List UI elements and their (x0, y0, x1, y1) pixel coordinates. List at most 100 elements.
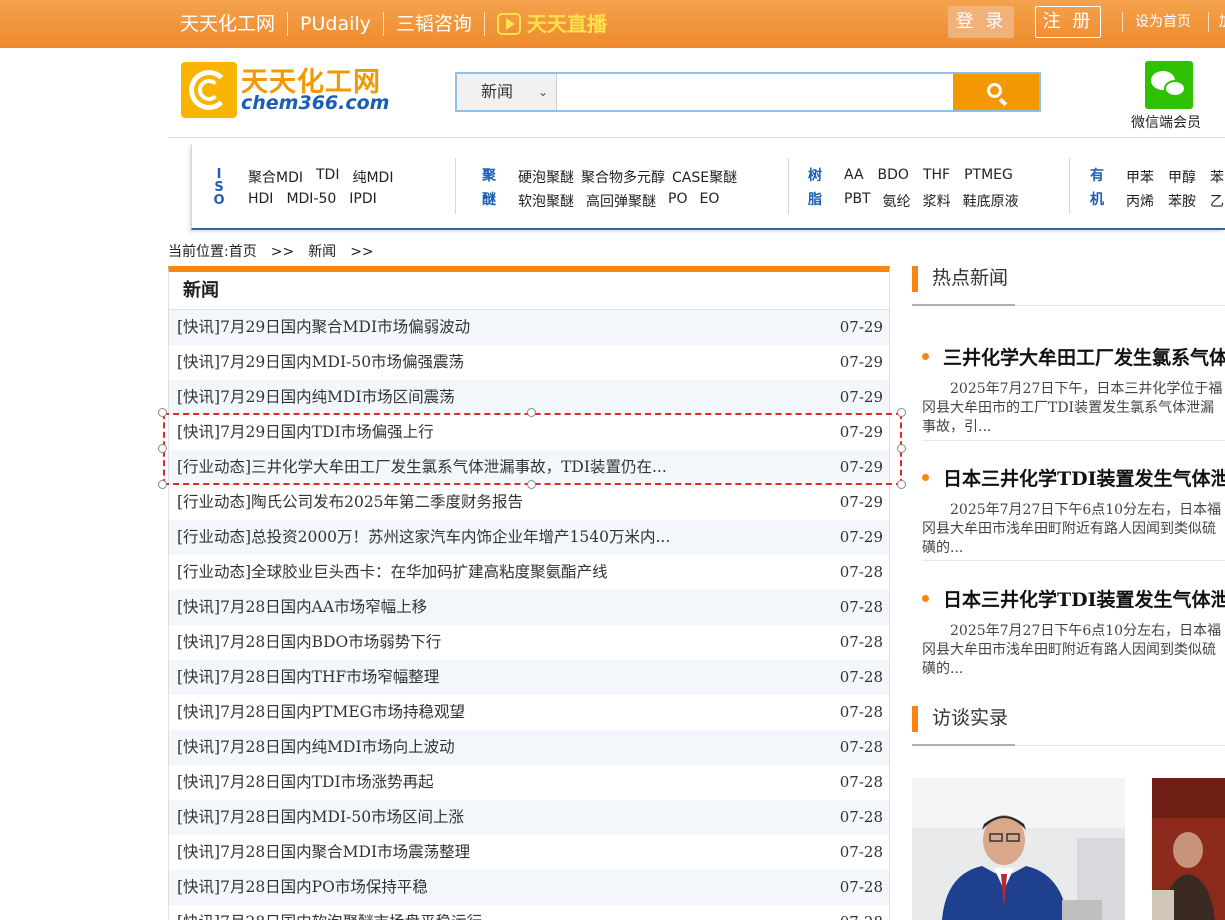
search-category-select[interactable]: 新闻 ⌄ (457, 74, 557, 110)
news-item-title[interactable]: [快讯]7月28日国内纯MDI市场向上波动 (177, 730, 455, 765)
category-link[interactable]: PTMEG (964, 167, 1013, 183)
news-item-title[interactable]: [快讯]7月28日国内聚合MDI市场震荡整理 (177, 835, 470, 870)
resize-handle[interactable] (158, 444, 167, 453)
news-list-item[interactable]: [行业动态]陶氏公司发布2025年第二季度财务报告 07-29 (169, 485, 889, 520)
news-list-item[interactable]: [快讯]7月29日国内MDI-50市场偏强震荡 07-29 (169, 345, 889, 380)
news-item-title[interactable]: [快讯]7月28日国内THF市场窄幅整理 (177, 660, 439, 695)
category-link[interactable]: 苯胺 (1168, 191, 1196, 211)
category-name-resin[interactable]: 树脂 (808, 164, 824, 212)
news-item-title[interactable]: [快讯]7月28日国内MDI-50市场区间上涨 (177, 800, 464, 835)
category-link[interactable]: THF (923, 167, 950, 183)
news-list-item[interactable]: [快讯]7月28日国内MDI-50市场区间上涨 07-28 (169, 800, 889, 835)
category-row: 丙烯 苯胺 乙 (1126, 191, 1224, 211)
category-link[interactable]: 纯MDI (352, 167, 393, 187)
category-link[interactable]: HDI (248, 191, 273, 207)
topnav-link-live[interactable]: 天天直播 (485, 12, 619, 36)
breadcrumb-home-link[interactable]: 首页 (229, 244, 257, 260)
news-item-title[interactable]: [快讯]7月28日国内PTMEG市场持稳观望 (177, 695, 465, 730)
category-link[interactable]: 氨纶 (883, 191, 911, 211)
news-list-item[interactable]: [快讯]7月28日国内TDI市场涨势再起 07-28 (169, 765, 889, 800)
topbar-truncated-link[interactable]: 加 (1208, 12, 1225, 32)
news-list-item[interactable]: [快讯]7月28日国内THF市场窄幅整理 07-28 (169, 660, 889, 695)
wechat-member-label[interactable]: 微信端会员 (1131, 112, 1201, 132)
news-list-item[interactable]: [行业动态]总投资2000万！苏州这家汽车内饰企业年增产1540万米内... 07… (169, 520, 889, 555)
resize-handle[interactable] (527, 480, 536, 489)
news-item-date: 07-28 (839, 878, 883, 896)
search-button[interactable] (953, 74, 1039, 110)
news-item-title[interactable]: [快讯]7月28日国内BDO市场弱势下行 (177, 625, 441, 660)
news-item-title[interactable]: [快讯]7月28日国内TDI市场涨势再起 (177, 765, 434, 800)
resize-handle[interactable] (527, 408, 536, 417)
login-button[interactable]: 登 录 (948, 6, 1014, 38)
resize-handle[interactable] (897, 480, 906, 489)
category-link[interactable]: 高回弹聚醚 (586, 191, 656, 211)
news-item-title[interactable]: [行业动态]陶氏公司发布2025年第二季度财务报告 (177, 485, 523, 520)
resize-handle[interactable] (897, 444, 906, 453)
hot-news-title: 热点新闻 (932, 267, 1009, 289)
news-item-title[interactable]: [快讯]7月29日国内MDI-50市场偏强震荡 (177, 345, 464, 380)
breadcrumb-current-link[interactable]: 新闻 (308, 244, 336, 260)
hot-news-item-title[interactable]: 日本三井化学TDI装置发生气体泄漏事故 (922, 464, 1225, 491)
news-item-title[interactable]: [快讯]7月28日国内PO市场保持平稳 (177, 870, 428, 905)
wechat-icon[interactable] (1145, 61, 1193, 109)
category-link[interactable]: 硬泡聚醚 (518, 167, 574, 187)
category-link[interactable]: 苯 (1210, 167, 1224, 187)
search-input[interactable] (558, 74, 953, 110)
news-list-item[interactable]: [快讯]7月28日国内聚合MDI市场震荡整理 07-28 (169, 835, 889, 870)
resize-handle[interactable] (897, 408, 906, 417)
hot-news-item-title[interactable]: 三井化学大牟田工厂发生氯系气体泄漏事故 (922, 343, 1225, 370)
news-item-title[interactable]: [快讯]7月28日国内AA市场窄幅上移 (177, 590, 427, 625)
news-list-item[interactable]: [快讯]7月29日国内聚合MDI市场偏弱波动 07-29 (169, 310, 889, 345)
register-button[interactable]: 注 册 (1035, 6, 1101, 38)
selection-box[interactable] (163, 413, 902, 485)
topnav-link-chem366[interactable]: 天天化工网 (168, 12, 289, 36)
news-list-item[interactable]: [行业动态]全球胶业巨头西卡：在华加码扩建高粘度聚氨酯产线 07-28 (169, 555, 889, 590)
news-item-title[interactable]: [快讯]7月29日国内纯MDI市场区间震荡 (177, 380, 455, 415)
category-link[interactable]: TDI (316, 167, 339, 187)
category-link[interactable]: 浆料 (923, 191, 951, 211)
news-item-title[interactable]: [快讯]7月28日国内软泡聚醚市场盘平稳运行 (177, 905, 482, 920)
news-list-item[interactable]: [快讯]7月28日国内BDO市场弱势下行 07-28 (169, 625, 889, 660)
category-link[interactable]: 丙烯 (1126, 191, 1154, 211)
category-name-polyether[interactable]: 聚醚 (482, 164, 498, 212)
hot-news-item[interactable]: 日本三井化学TDI装置发生气体泄漏事故 2025年7月27日下午6点10分左右，… (922, 464, 1225, 558)
resize-handle[interactable] (158, 408, 167, 417)
news-item-date: 07-28 (839, 738, 883, 756)
category-link[interactable]: 聚合物多元醇 (581, 167, 665, 187)
topnav-link-santao[interactable]: 三韬咨询 (384, 12, 485, 36)
news-list-item[interactable]: [快讯]7月28日国内PO市场保持平稳 07-28 (169, 870, 889, 905)
hot-news-item[interactable]: 三井化学大牟田工厂发生氯系气体泄漏事故 2025年7月27日下午，日本三井化学位… (922, 343, 1225, 437)
topnav-link-pudaily[interactable]: PUdaily (288, 12, 384, 36)
category-link[interactable]: 鞋底原液 (963, 191, 1019, 211)
category-link[interactable]: PBT (844, 191, 871, 211)
news-item-date: 07-29 (839, 493, 883, 511)
set-homepage-link[interactable]: 设为首页 (1122, 12, 1191, 32)
interview-photo[interactable] (1152, 778, 1225, 920)
category-link[interactable]: CASE聚醚 (672, 167, 737, 187)
news-list-item[interactable]: [快讯]7月28日国内纯MDI市场向上波动 07-28 (169, 730, 889, 765)
news-item-title[interactable]: [快讯]7月29日国内聚合MDI市场偏弱波动 (177, 310, 470, 345)
category-link[interactable]: PO (668, 191, 687, 211)
news-item-title[interactable]: [行业动态]全球胶业巨头西卡：在华加码扩建高粘度聚氨酯产线 (177, 555, 608, 590)
site-logo[interactable]: 天天化工网 chem366.com (181, 62, 389, 118)
category-name-organic[interactable]: 有机 (1090, 164, 1106, 212)
category-name-iso[interactable]: ISO (212, 168, 226, 207)
news-list-item[interactable]: [快讯]7月28日国内AA市场窄幅上移 07-28 (169, 590, 889, 625)
category-link[interactable]: MDI-50 (286, 191, 336, 207)
resize-handle[interactable] (158, 480, 167, 489)
category-link[interactable]: AA (844, 167, 864, 183)
category-link[interactable]: BDO (878, 167, 909, 183)
hot-news-item[interactable]: 日本三井化学TDI装置发生气体泄漏事故 2025年7月27日下午6点10分左右，… (922, 585, 1225, 679)
category-link[interactable]: 甲苯 (1126, 167, 1154, 187)
category-link[interactable]: 聚合MDI (248, 167, 303, 187)
category-link[interactable]: EO (699, 191, 719, 211)
category-link[interactable]: 乙 (1210, 191, 1224, 211)
category-link[interactable]: IPDI (349, 191, 376, 207)
hot-news-item-title[interactable]: 日本三井化学TDI装置发生气体泄漏事故 (922, 585, 1225, 612)
news-list-item[interactable]: [快讯]7月28日国内软泡聚醚市场盘平稳运行 07-28 (169, 905, 889, 920)
category-link[interactable]: 软泡聚醚 (518, 191, 574, 211)
news-item-title[interactable]: [行业动态]总投资2000万！苏州这家汽车内饰企业年增产1540万米内... (177, 520, 670, 555)
news-list-item[interactable]: [快讯]7月28日国内PTMEG市场持稳观望 07-28 (169, 695, 889, 730)
interview-photo[interactable] (912, 778, 1125, 920)
category-link[interactable]: 甲醇 (1168, 167, 1196, 187)
